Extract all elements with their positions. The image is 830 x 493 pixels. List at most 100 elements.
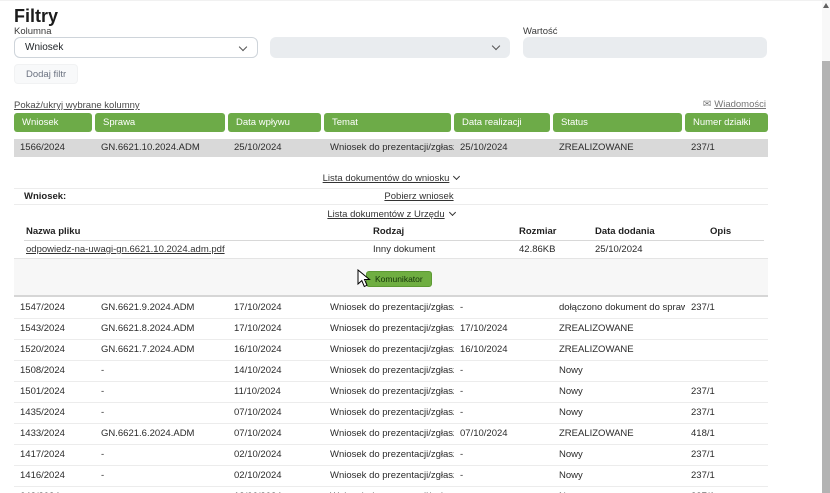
cell-data_wplywu: 25/10/2024 <box>228 139 324 157</box>
cell-wniosek: 1520/2024 <box>14 340 95 360</box>
komunikator-button[interactable]: Komunikator <box>366 271 432 287</box>
cell-wniosek: 1508/2024 <box>14 361 95 381</box>
file-rozmiar: 42.86KB <box>519 241 595 259</box>
file-opis <box>710 241 764 259</box>
cell-temat: Wniosek do prezentacji/zgłaszan... <box>324 139 454 157</box>
table-row[interactable]: 1520/2024GN.6621.7.2024.ADM16/10/2024Wni… <box>14 340 768 361</box>
cell-status: Nowy <box>553 382 685 402</box>
documents-from-office-link[interactable]: Lista dokumentów z Urzędu <box>327 209 454 220</box>
cell-status: Nowy <box>553 403 685 423</box>
table-row[interactable]: 1417/2024-02/10/2024Wniosek do prezentac… <box>14 445 768 466</box>
cell-status: ZREALIZOWANE <box>553 424 685 444</box>
chevron-down-icon <box>449 209 456 216</box>
messages-link[interactable]: ✉Wiadomości <box>703 99 766 110</box>
cell-sprawa: GN.6621.9.2024.ADM <box>95 298 228 318</box>
cell-numer_dzialki: 237/1 <box>685 403 768 423</box>
cell-wniosek: 1416/2024 <box>14 466 95 486</box>
column-select-value: Wniosek <box>25 42 63 53</box>
cell-temat: Wniosek do prezentacji/zgłaszan... <box>324 340 454 360</box>
table-row[interactable]: 1501/2024-11/10/2024Wniosek do prezentac… <box>14 382 768 403</box>
column-header-data_realizacji: Data realizacji <box>454 113 550 132</box>
files-col-rozmiar: Rozmiar <box>519 223 595 240</box>
cell-data_wplywu: 17/10/2024 <box>228 298 324 318</box>
cell-temat: Wniosek do prezentacji/zgłaszan... <box>324 487 454 493</box>
cell-status: Nowy <box>553 445 685 465</box>
cell-status: Nowy <box>553 466 685 486</box>
cell-numer_dzialki: 237/1 <box>685 382 768 402</box>
cell-data_realizacji: 17/10/2024 <box>454 319 553 339</box>
column-header-temat: Temat <box>324 113 451 132</box>
cell-wniosek: 1547/2024 <box>14 298 95 318</box>
cell-wniosek: 1435/2024 <box>14 403 95 423</box>
cell-data_wplywu: 07/10/2024 <box>228 424 324 444</box>
table-row[interactable]: 1435/2024-07/10/2024Wniosek do prezentac… <box>14 403 768 424</box>
table-row[interactable]: 1543/2024GN.6621.8.2024.ADM17/10/2024Wni… <box>14 319 768 340</box>
files-col-nazwa: Nazwa pliku <box>24 223 373 240</box>
cell-wniosek: 642/2024 <box>14 487 95 493</box>
cell-numer_dzialki: 237/1 <box>685 139 768 157</box>
cell-temat: Wniosek do prezentacji/zgłaszan... <box>324 424 454 444</box>
column-header-data_wplywu: Data wpływu <box>228 113 321 132</box>
cell-data_realizacji: - <box>454 298 553 318</box>
cell-temat: Wniosek do prezentacji/zgłaszan... <box>324 466 454 486</box>
file-download-link[interactable]: odpowiedz-na-uwagi-gn.6621.10.2024.adm.p… <box>26 244 225 255</box>
file-data-dodania: 25/10/2024 <box>595 241 710 259</box>
cell-data_realizacji: - <box>454 361 553 381</box>
cell-status: dołączono dokument do sprawy <box>553 298 685 318</box>
value-input[interactable] <box>523 37 767 58</box>
file-rodzaj: Inny dokument <box>373 241 519 259</box>
documents-to-request-link[interactable]: Lista dokumentów do wniosku <box>323 173 460 184</box>
cell-sprawa: - <box>95 466 228 486</box>
cell-sprawa: - <box>95 403 228 423</box>
files-table-header: Nazwa pliku Rodzaj Rozmiar Data dodania … <box>24 223 764 241</box>
cell-temat: Wniosek do prezentacji/zgłaszan... <box>324 298 454 318</box>
table-row[interactable]: 1416/2024-02/10/2024Wniosek do prezentac… <box>14 466 768 487</box>
table-row[interactable]: 642/2024-12/06/2024Wniosek do prezentacj… <box>14 487 768 493</box>
cell-data_wplywu: 07/10/2024 <box>228 403 324 423</box>
cell-data_realizacji: - <box>454 445 553 465</box>
table-row[interactable]: 1433/2024GN.6621.6.2024.ADM07/10/2024Wni… <box>14 424 768 445</box>
row-detail-panel: Lista dokumentów do wniosku Wniosek: Pob… <box>14 157 768 297</box>
cell-data_wplywu: 14/10/2024 <box>228 361 324 381</box>
cell-temat: Wniosek do prezentacji/zgłaszan... <box>324 403 454 423</box>
cell-data_wplywu: 12/06/2024 <box>228 487 324 493</box>
vertical-scrollbar[interactable] <box>822 1 830 493</box>
files-col-opis: Opis <box>710 223 764 240</box>
files-col-data-dodania: Data dodania <box>595 223 710 240</box>
cell-temat: Wniosek do prezentacji/zgłaszan... <box>324 319 454 339</box>
page-title: Filtry <box>14 6 58 27</box>
cell-numer_dzialki: 237/1 <box>685 487 768 493</box>
cell-data_realizacji: - <box>454 487 553 493</box>
add-filter-button[interactable]: Dodaj filtr <box>14 64 78 84</box>
cell-wniosek: 1433/2024 <box>14 424 95 444</box>
cell-status: Nowy <box>553 487 685 493</box>
cell-data_wplywu: 11/10/2024 <box>228 382 324 402</box>
cell-data_realizacji: - <box>454 382 553 402</box>
chevron-down-icon <box>453 173 460 180</box>
table-row[interactable]: 1547/2024GN.6621.9.2024.ADM17/10/2024Wni… <box>14 298 768 319</box>
cell-numer_dzialki: 237/1 <box>685 466 768 486</box>
cell-wniosek: 1417/2024 <box>14 445 95 465</box>
column-select[interactable]: Wniosek <box>14 37 258 58</box>
cell-sprawa: - <box>95 445 228 465</box>
documents-to-request-label: Lista dokumentów do wniosku <box>323 173 450 184</box>
cell-sprawa: GN.6621.7.2024.ADM <box>95 340 228 360</box>
cell-sprawa: GN.6621.6.2024.ADM <box>95 424 228 444</box>
toggle-columns-link[interactable]: Pokaż/ukryj wybrane kolumny <box>14 100 140 111</box>
cell-wniosek: 1501/2024 <box>14 382 95 402</box>
cell-numer_dzialki: 418/1 <box>685 424 768 444</box>
cell-status: ZREALIZOWANE <box>553 139 685 157</box>
cell-data_realizacji: - <box>454 466 553 486</box>
results-list: 1547/2024GN.6621.9.2024.ADM17/10/2024Wni… <box>14 298 768 493</box>
operator-select[interactable] <box>270 37 510 58</box>
column-header-numer_dzialki: Numer działki <box>685 113 768 132</box>
scroll-up-icon[interactable] <box>823 3 829 8</box>
column-header-status: Status <box>553 113 682 132</box>
table-row[interactable]: 1508/2024-14/10/2024Wniosek do prezentac… <box>14 361 768 382</box>
table-row-selected[interactable]: 1566/2024GN.6621.10.2024.ADM25/10/2024Wn… <box>14 139 768 157</box>
scrollbar-thumb[interactable] <box>822 61 830 493</box>
cell-sprawa: - <box>95 487 228 493</box>
documents-from-office-label: Lista dokumentów z Urzędu <box>327 209 444 220</box>
download-request-link[interactable]: Pobierz wniosek <box>384 189 453 205</box>
cell-numer_dzialki <box>685 340 768 360</box>
